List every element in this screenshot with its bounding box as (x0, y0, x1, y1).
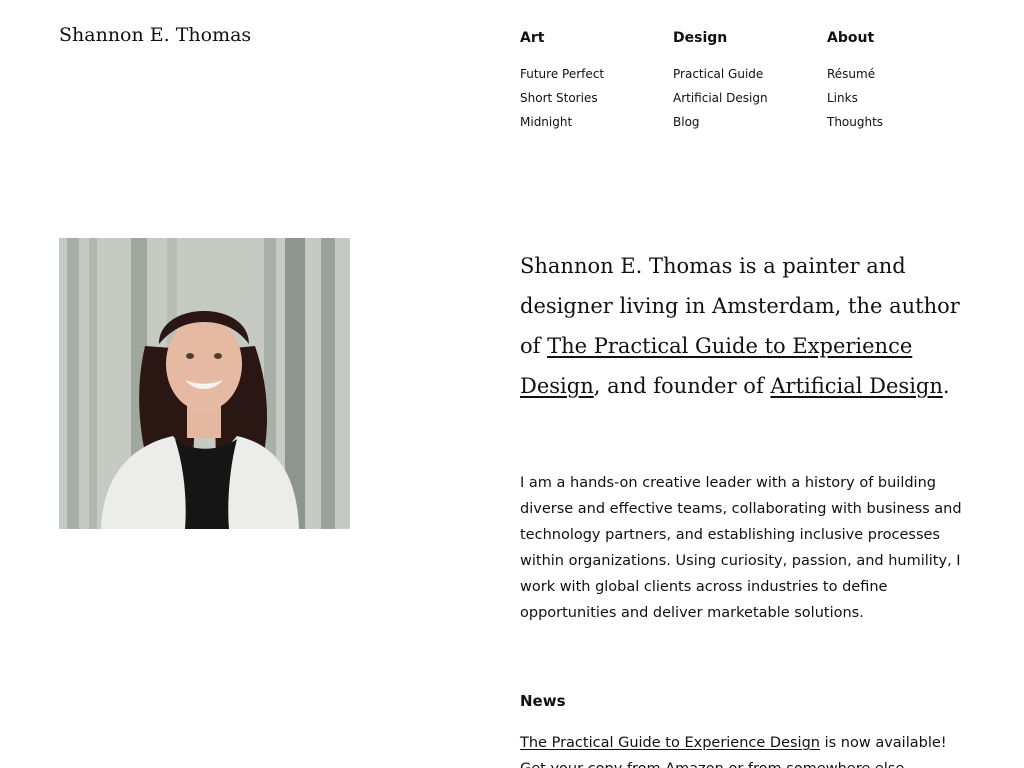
nav-item-short-stories: Short Stories (520, 86, 670, 110)
tree-trunk (67, 238, 79, 529)
nav-item-future-perfect: Future Perfect (520, 62, 670, 86)
nav-item-thoughts: Thoughts (827, 110, 977, 134)
nav-item-midnight: Midnight (520, 110, 670, 134)
news-book-link[interactable]: The Practical Guide to Experience Design (520, 735, 820, 751)
nav-link-practical-guide[interactable]: Practical Guide (673, 67, 763, 81)
nav-list-about: Résumé Links Thoughts (827, 62, 977, 134)
intro-text-part3: . (942, 374, 950, 398)
artificial-design-link[interactable]: Artificial Design (770, 374, 942, 398)
eye-left (186, 353, 194, 359)
nav-link-thoughts[interactable]: Thoughts (827, 115, 883, 129)
tree-trunk (321, 238, 335, 529)
nav-link-resume[interactable]: Résumé (827, 67, 875, 81)
nav-heading-about: About (827, 30, 875, 46)
face (166, 317, 242, 411)
nav-link-short-stories[interactable]: Short Stories (520, 91, 598, 105)
nav-item-artificial-design: Artificial Design (673, 86, 823, 110)
bio-paragraph: I am a hands-on creative leader with a h… (520, 475, 962, 621)
tree-trunk (89, 238, 97, 529)
news-heading: News (520, 692, 566, 710)
site-title-link[interactable]: Shannon E. Thomas (59, 22, 251, 48)
intro-paragraph: Shannon E. Thomas is a painter and desig… (520, 246, 970, 406)
nav-link-links[interactable]: Links (827, 91, 858, 105)
intro-text-part2: , and founder of (593, 374, 771, 398)
nav-list-design: Practical Guide Artificial Design Blog (673, 62, 823, 134)
nav-item-blog: Blog (673, 110, 823, 134)
nav-link-midnight[interactable]: Midnight (520, 115, 572, 129)
portrait-illustration (59, 238, 350, 529)
nav-heading-design: Design (673, 30, 728, 46)
nav-column-design: Design Practical Guide Artificial Design… (673, 28, 823, 134)
nav-link-future-perfect[interactable]: Future Perfect (520, 67, 604, 81)
news-paragraph: The Practical Guide to Experience Design… (520, 730, 970, 768)
nav-item-resume: Résumé (827, 62, 977, 86)
eye-right (214, 353, 222, 359)
nav-item-practical-guide: Practical Guide (673, 62, 823, 86)
nav-list-art: Future Perfect Short Stories Midnight (520, 62, 670, 134)
nav-column-about: About Résumé Links Thoughts (827, 28, 977, 134)
nav-link-blog[interactable]: Blog (673, 115, 700, 129)
nav-heading-art: Art (520, 30, 545, 46)
nav-column-art: Art Future Perfect Short Stories Midnigh… (520, 28, 670, 134)
portrait-photo (59, 238, 350, 529)
nav-link-artificial-design[interactable]: Artificial Design (673, 91, 768, 105)
nav-item-links: Links (827, 86, 977, 110)
